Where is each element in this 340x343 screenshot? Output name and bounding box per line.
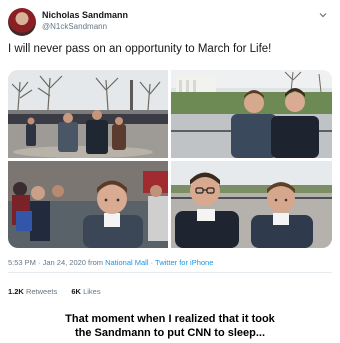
divider xyxy=(8,272,332,273)
retweets-count: 1.2K xyxy=(8,287,24,296)
photo-crowd-portrait[interactable] xyxy=(8,161,168,248)
meme-caption: That moment when I realized that it took… xyxy=(0,312,340,340)
photo-march-crowd[interactable] xyxy=(8,70,168,158)
author-names[interactable]: Nicholas Sandmann @N1ckSandmann xyxy=(42,10,128,32)
author-display-name[interactable]: Nicholas Sandmann xyxy=(42,10,128,21)
tweet-timestamp[interactable]: 5:53 PM · Jan 24, 2020 from xyxy=(8,258,105,267)
avatar[interactable] xyxy=(8,8,36,36)
retweets-label: Retweets xyxy=(25,287,58,296)
tweet-card: Nicholas Sandmann @N1ckSandmann I will n… xyxy=(0,0,340,296)
tweet-meta: 5:53 PM · Jan 24, 2020 from National Mal… xyxy=(8,258,213,267)
likes-stat[interactable]: 6K Likes xyxy=(71,287,100,296)
tweet-location-link[interactable]: National Mall xyxy=(105,258,148,267)
likes-label: Likes xyxy=(83,287,101,296)
chevron-down-icon[interactable] xyxy=(318,10,328,20)
photo-grid xyxy=(8,70,332,248)
tweet-header: Nicholas Sandmann @N1ckSandmann xyxy=(8,8,332,38)
caption-line-2: the Sandmann to put CNN to sleep... xyxy=(74,327,266,339)
author-handle[interactable]: @N1ckSandmann xyxy=(42,21,128,32)
tweet-source-link[interactable]: Twitter for iPhone xyxy=(155,258,213,267)
likes-count: 6K xyxy=(71,287,81,296)
tweet-text: I will never pass on an opportunity to M… xyxy=(8,43,272,55)
photo-capitol-selfie[interactable] xyxy=(171,70,332,158)
tweet-stats: 1.2K Retweets 6K Likes xyxy=(8,287,101,296)
retweets-stat[interactable]: 1.2K Retweets xyxy=(8,287,57,296)
caption-line-1: That moment when I realized that it took xyxy=(65,313,275,325)
photo-two-boys[interactable] xyxy=(171,161,332,248)
